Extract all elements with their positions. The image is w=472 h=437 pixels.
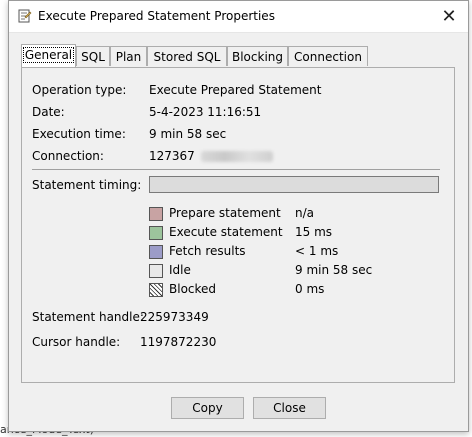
- statement-handle-value: 225973349: [140, 310, 209, 324]
- tab-sql[interactable]: SQL: [76, 46, 110, 66]
- execution-time-value: 9 min 58 sec: [149, 127, 227, 141]
- tab-blocking[interactable]: Blocking: [227, 46, 288, 66]
- statement-timing-bar: [149, 176, 439, 193]
- redacted-text: [200, 151, 273, 162]
- operation-type-label: Operation type:: [32, 83, 127, 97]
- properties-dialog: Execute Prepared Statement Properties ✕ …: [8, 0, 469, 432]
- tab-plan[interactable]: Plan: [110, 46, 147, 66]
- legend-value: 0 ms: [295, 282, 325, 296]
- tab-general[interactable]: General: [21, 44, 76, 67]
- legend-value: 9 min 58 sec: [295, 263, 373, 277]
- close-button-label: Close: [273, 401, 306, 415]
- execute-swatch: [149, 226, 163, 240]
- title-bar[interactable]: Execute Prepared Statement Properties ✕: [9, 1, 468, 33]
- window-title: Execute Prepared Statement Properties: [38, 9, 275, 23]
- cursor-handle-label: Cursor handle:: [32, 335, 121, 349]
- general-panel: Operation type: Execute Prepared Stateme…: [21, 67, 455, 383]
- statement-handle-label: Statement handle:: [32, 310, 144, 324]
- connection-value-wrap: 127367: [149, 149, 273, 163]
- blocked-swatch: [149, 283, 163, 297]
- legend-label: Idle: [169, 263, 191, 277]
- legend-value: < 1 ms: [295, 244, 339, 258]
- close-button[interactable]: Close: [253, 397, 326, 419]
- copy-button-label: Copy: [192, 401, 223, 415]
- legend-label: Blocked: [169, 282, 217, 296]
- separator: [32, 169, 440, 170]
- fetch-swatch: [149, 245, 163, 259]
- cursor-handle-value: 1197872230: [140, 335, 217, 349]
- connection-value: 127367: [149, 149, 195, 163]
- close-icon[interactable]: ✕: [436, 5, 462, 29]
- properties-icon: [16, 8, 32, 24]
- legend-label: Prepare statement: [169, 206, 281, 220]
- legend-label: Fetch results: [169, 244, 246, 258]
- date-value: 5-4-2023 11:16:51: [149, 105, 262, 119]
- prepare-swatch: [149, 207, 163, 221]
- idle-swatch: [149, 264, 163, 278]
- execution-time-label: Execution time:: [32, 127, 126, 141]
- legend-label: Execute statement: [169, 225, 283, 239]
- connection-label: Connection:: [32, 149, 104, 163]
- date-label: Date:: [32, 105, 65, 119]
- tab-stored-sql[interactable]: Stored SQL: [147, 46, 227, 66]
- statement-timing-label: Statement timing:: [32, 178, 142, 192]
- legend-value: 15 ms: [295, 225, 333, 239]
- legend-value: n/a: [295, 206, 315, 220]
- operation-type-value: Execute Prepared Statement: [149, 83, 322, 97]
- copy-button[interactable]: Copy: [171, 397, 244, 419]
- tab-connection[interactable]: Connection: [288, 46, 368, 66]
